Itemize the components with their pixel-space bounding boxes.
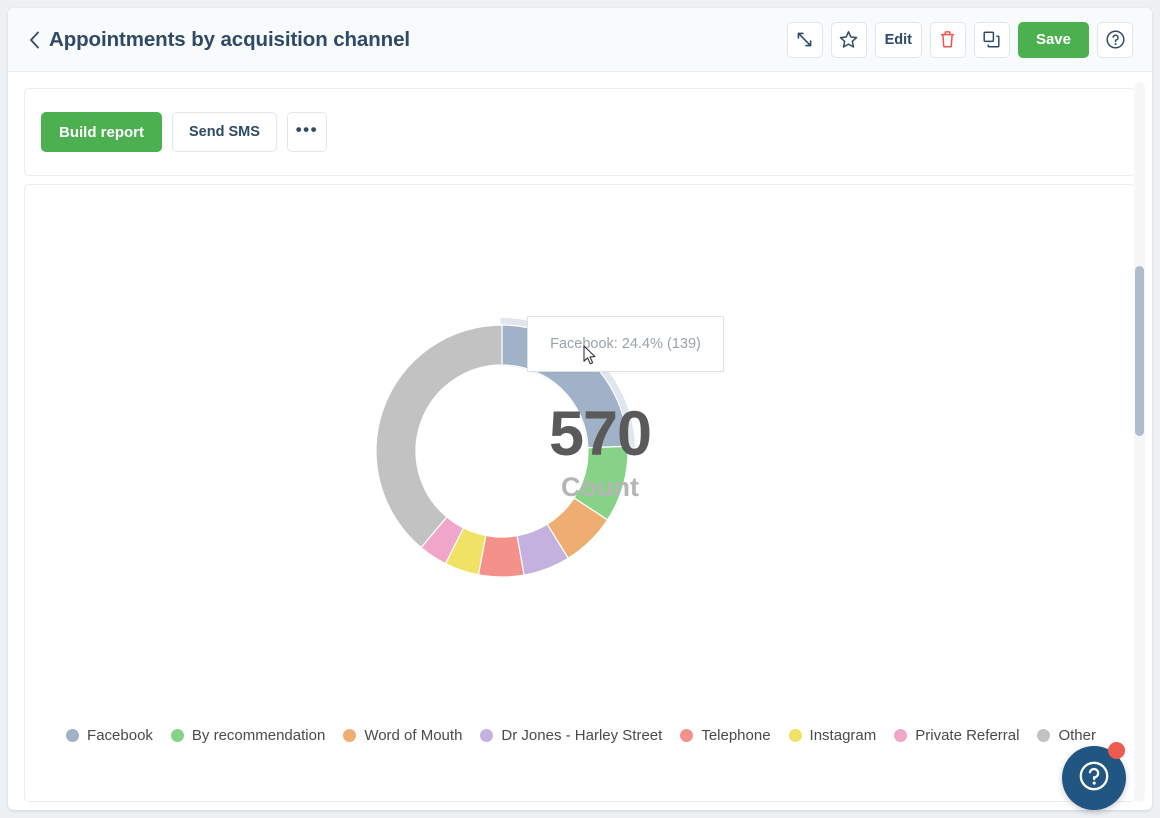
scrollbar-thumb[interactable] (1135, 266, 1144, 436)
legend-item[interactable]: Dr Jones - Harley Street (480, 723, 662, 747)
report-toolbar: Build report Send SMS ••• (24, 88, 1136, 176)
expand-button[interactable] (786, 21, 823, 58)
legend-color-swatch (894, 728, 908, 742)
legend-item[interactable]: Private Referral (894, 723, 1019, 747)
ellipsis-icon: ••• (295, 119, 319, 139)
help-button[interactable] (1097, 21, 1133, 58)
donut-chart: 570 Count Facebook: 24.4% (139) (25, 185, 1135, 715)
legend-item-label: Telephone (701, 726, 771, 744)
question-circle-icon (1075, 757, 1113, 800)
page-title: Appointments by acquisition channel (49, 27, 410, 51)
legend-color-swatch (170, 728, 184, 742)
save-button[interactable]: Save (1017, 21, 1089, 58)
send-sms-button[interactable]: Send SMS (172, 112, 277, 152)
legend-item-label: Other (1058, 726, 1096, 744)
page-header: Appointments by acquisition channel Edit… (8, 8, 1152, 72)
legend-color-swatch (680, 728, 694, 742)
question-circle-icon (1105, 29, 1126, 50)
edit-button-label: Edit (884, 31, 912, 48)
copy-icon (982, 30, 1001, 49)
mouse-cursor-icon (583, 345, 598, 371)
legend-item-label: Dr Jones - Harley Street (501, 726, 663, 744)
legend-color-swatch (1037, 728, 1051, 742)
trash-icon (939, 30, 956, 49)
star-icon (838, 30, 859, 50)
back-chevron-icon[interactable] (28, 30, 40, 50)
chart-tooltip-text: Facebook: 24.4% (139) (550, 336, 701, 352)
edit-button[interactable]: Edit (874, 21, 922, 58)
legend-item[interactable]: Instagram (788, 723, 877, 747)
legend-color-swatch (788, 728, 802, 742)
build-report-label: Build report (59, 123, 144, 141)
legend-item[interactable]: Telephone (680, 723, 771, 747)
more-options-button[interactable]: ••• (286, 112, 327, 152)
header-actions: Edit Save (786, 21, 1133, 58)
legend-item-label: Instagram (809, 726, 877, 744)
legend-color-swatch (480, 728, 494, 742)
legend-color-swatch (343, 728, 357, 742)
save-button-label: Save (1035, 31, 1071, 48)
scrollbar-track[interactable] (1134, 82, 1145, 802)
send-sms-label: Send SMS (189, 124, 260, 140)
delete-button[interactable] (929, 21, 966, 58)
duplicate-button[interactable] (973, 21, 1010, 58)
page-card: Appointments by acquisition channel Edit… (8, 8, 1152, 810)
legend-item[interactable]: Word of Mouth (343, 723, 462, 747)
legend-item[interactable]: Other (1037, 723, 1096, 747)
legend-item-label: By recommendation (191, 726, 326, 744)
favourite-button[interactable] (830, 21, 867, 58)
chart-tooltip: Facebook: 24.4% (139) (527, 316, 724, 372)
donut-slice[interactable] (375, 324, 503, 549)
legend-item[interactable]: Facebook (66, 723, 153, 747)
chart-card: 570 Count Facebook: 24.4% (139) Facebook… (24, 184, 1136, 802)
build-report-button[interactable]: Build report (41, 112, 162, 152)
chart-legend: Facebook By recommendation Word of Mouth Dr… (25, 723, 1135, 747)
toolbar-buttons: Build report Send SMS ••• (41, 112, 327, 152)
legend-item[interactable]: By recommendation (170, 723, 326, 747)
chat-notification-badge (1108, 742, 1125, 759)
legend-color-swatch (66, 728, 80, 742)
app-root: Appointments by acquisition channel Edit… (0, 0, 1160, 818)
legend-item-label: Facebook (87, 726, 153, 744)
legend-item-label: Private Referral (915, 726, 1020, 744)
donut-svg[interactable] (256, 187, 906, 715)
expand-arrows-icon (795, 30, 814, 49)
legend-item-label: Word of Mouth (364, 726, 463, 744)
